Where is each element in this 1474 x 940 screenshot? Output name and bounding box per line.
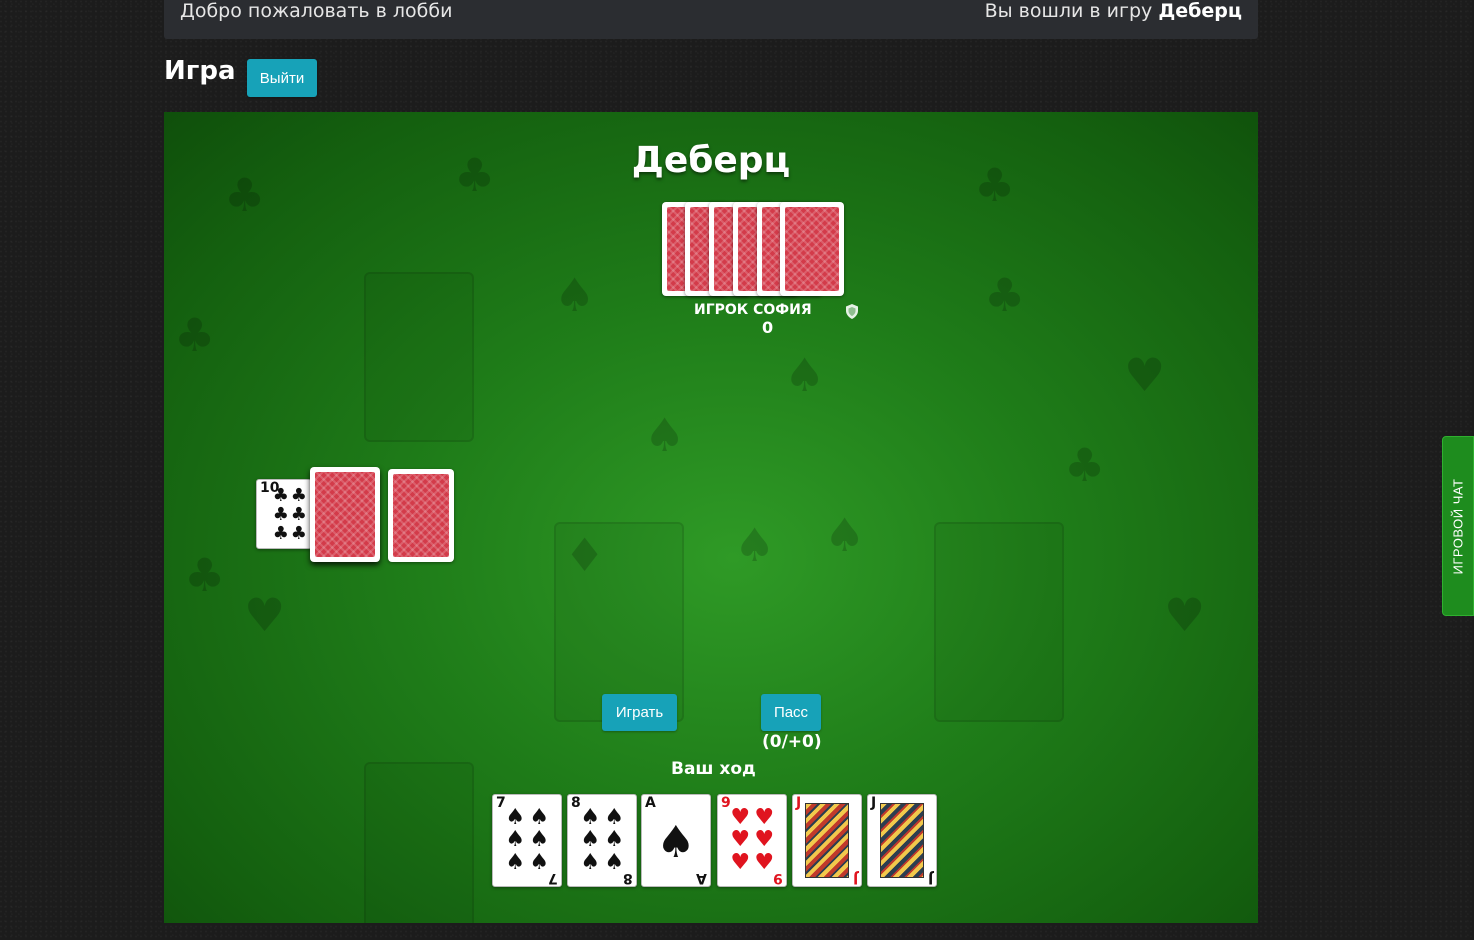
- bg-card: [364, 762, 474, 923]
- bg-club-icon: ♣: [174, 308, 216, 362]
- game-chat-tab[interactable]: ИГРОВОЙ ЧАТ: [1442, 436, 1474, 616]
- turn-indicator: Ваш ход: [671, 759, 756, 779]
- bg-club-icon: ♣: [984, 268, 1026, 322]
- deck-card-back[interactable]: [388, 469, 454, 562]
- play-button[interactable]: Играть: [602, 694, 677, 731]
- top-bar: Добро пожаловать в лобби Вы вошли в игру…: [164, 0, 1258, 39]
- pass-count: (0/+0): [762, 732, 822, 752]
- card-rank-bottom: J: [927, 870, 933, 886]
- bg-card: [934, 522, 1064, 722]
- hand-card[interactable]: A ♠ A: [641, 794, 711, 887]
- bg-club-icon: ♣: [184, 548, 226, 602]
- opponent-name: ИГРОК СОФИЯ: [694, 302, 812, 318]
- hand-card[interactable]: 9 ♥ ♥ ♥ ♥ ♥ ♥ 9: [717, 794, 787, 887]
- hand-card[interactable]: J J: [792, 794, 862, 887]
- card-rank-bottom: 9: [773, 870, 783, 886]
- welcome-text: Добро пожаловать в лобби: [180, 0, 453, 22]
- pass-button[interactable]: Пасс: [761, 694, 821, 731]
- hand-card[interactable]: 7 ♠ ♠ ♠ ♠ ♠ ♠ 7: [492, 794, 562, 887]
- current-game-name: Деберц: [1158, 0, 1242, 22]
- hand-card[interactable]: 8 ♠ ♠ ♠ ♠ ♠ ♠ 8: [567, 794, 637, 887]
- club-icon: ♣: [272, 484, 289, 506]
- club-icon: ♣: [290, 503, 307, 525]
- current-game-text: Вы вошли в игру Деберц: [985, 0, 1242, 22]
- bg-heart-icon: ♥: [244, 588, 286, 642]
- club-icon: ♣: [290, 523, 307, 545]
- club-icon: ♣: [272, 523, 289, 545]
- bg-diamond-icon: ♦: [564, 528, 606, 582]
- card-rank-bottom: 8: [623, 870, 633, 886]
- card-rank-bottom: J: [852, 870, 858, 886]
- hand-card[interactable]: J J: [867, 794, 937, 887]
- spade-icon: ♠: [656, 817, 696, 868]
- jack-clubs-picture: [880, 803, 924, 878]
- club-icon: ♣: [290, 484, 307, 506]
- bg-spade-icon: ♠: [784, 348, 826, 402]
- chat-tab-label: ИГРОВОЙ ЧАТ: [1450, 478, 1466, 574]
- trick-card: 10 ♣ ♣ ♣ ♣ ♣ ♣: [256, 479, 312, 549]
- page-title: Игра: [164, 56, 236, 86]
- card-rank: A: [645, 795, 656, 811]
- bg-card: [364, 272, 474, 442]
- card-rank-bottom: 7: [548, 870, 558, 886]
- bg-spade-icon: ♠: [644, 408, 686, 462]
- opponent-card-back: [780, 202, 844, 296]
- bg-club-icon: ♣: [1064, 438, 1106, 492]
- game-title: Деберц: [631, 140, 791, 181]
- card-rank: J: [796, 795, 802, 811]
- bg-heart-icon: ♥: [1124, 348, 1166, 402]
- bg-heart-icon: ♥: [1164, 588, 1206, 642]
- bg-spade-icon: ♠: [824, 508, 866, 562]
- bg-spade-icon: ♠: [734, 518, 776, 572]
- card-rank: J: [871, 795, 877, 811]
- jack-hearts-picture: [805, 803, 849, 878]
- current-game-prefix: Вы вошли в игру: [984, 0, 1159, 22]
- trick-card-back: [310, 467, 380, 562]
- game-table: ♣ ♣ ♣ ♣ ♠ ♠ ♠ ♠ ♠ ♣ ♣ ♣ ♥ ♥ ♥ ♦ Деберц И…: [164, 112, 1258, 923]
- opponent-score: 0: [762, 318, 774, 337]
- card-rank-bottom: A: [696, 870, 707, 886]
- exit-button[interactable]: Выйти: [247, 59, 317, 97]
- shield-icon: [846, 304, 858, 319]
- club-icon: ♣: [272, 503, 289, 525]
- bg-spade-icon: ♠: [554, 268, 596, 322]
